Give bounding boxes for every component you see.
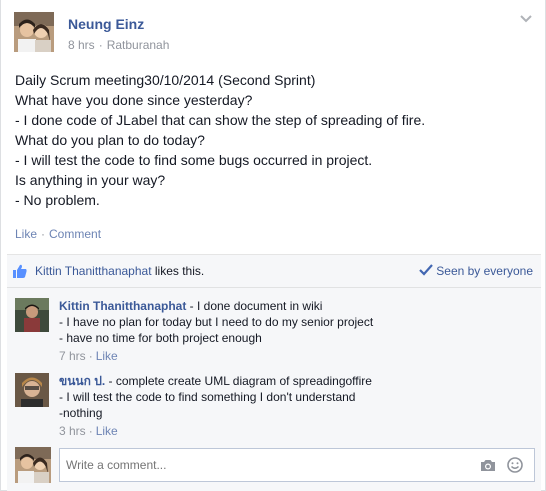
comment-link[interactable]: Comment <box>49 227 101 241</box>
comment-body: ขนนก ป. - complete create UML diagram of… <box>59 373 372 439</box>
comment-item: ขนนก ป. - complete create UML diagram of… <box>7 373 541 443</box>
thumbs-up-icon <box>13 264 27 278</box>
seen-indicator[interactable]: Seen by everyone <box>419 264 533 278</box>
post-line: Is anything in your way? <box>15 172 166 188</box>
post-location[interactable]: Ratburanah <box>107 38 170 52</box>
post-line: - I will test the code to find some bugs… <box>15 152 373 168</box>
seen-label: Seen by everyone <box>436 264 533 278</box>
post-actions: Like · Comment <box>15 227 101 241</box>
comment-line: -nothing <box>59 406 103 420</box>
comment-like-link[interactable]: Like <box>96 424 118 438</box>
likes-text: Kittin Thanitthanaphat likes this. <box>35 264 204 278</box>
post-line: - No problem. <box>15 192 100 208</box>
commenter-avatar[interactable] <box>15 298 49 332</box>
like-link[interactable]: Like <box>15 227 37 241</box>
comment-line: - have no time for both project enough <box>59 331 262 345</box>
chevron-down-icon[interactable] <box>519 14 533 24</box>
comment-input[interactable] <box>59 448 535 482</box>
comment-author[interactable]: Kittin Thanitthanaphat <box>59 299 186 313</box>
current-user-avatar <box>15 447 51 483</box>
comment-item: Kittin Thanitthanaphat - I done document… <box>7 298 541 368</box>
comment-first-line: Kittin Thanitthanaphat - I done document… <box>59 298 373 314</box>
comment-footer: 7 hrs · Like <box>59 348 373 364</box>
meta-separator: · <box>98 38 103 52</box>
comments-section: Kittin Thanitthanaphat likes this. Seen … <box>7 254 541 491</box>
post-card: Neung Einz 8 hrs · Ratburanah Daily Scrum … <box>0 0 546 491</box>
camera-icon[interactable] <box>480 459 496 472</box>
post-line: What do you plan to do today? <box>15 132 205 148</box>
emoji-icon[interactable] <box>507 457 523 473</box>
post-text: Daily Scrum meeting30/10/2014 (Second Sp… <box>15 70 535 210</box>
likes-suffix: likes this. <box>151 264 205 278</box>
footer-separator: · <box>88 424 93 438</box>
post-line: What have you done since yesterday? <box>15 92 253 108</box>
post-timestamp[interactable]: 8 hrs <box>68 38 95 52</box>
liker-name[interactable]: Kittin Thanitthanaphat <box>35 264 152 278</box>
comment-author[interactable]: ขนนก ป. <box>59 374 105 388</box>
post-line: Daily Scrum meeting30/10/2014 (Second Sp… <box>15 72 316 88</box>
post-meta: 8 hrs · Ratburanah <box>68 38 169 52</box>
comment-composer <box>7 444 541 491</box>
action-separator: · <box>41 227 46 241</box>
footer-separator: · <box>88 349 93 363</box>
comment-timestamp[interactable]: 7 hrs <box>59 349 86 363</box>
post-line: - I done code of JLabel that can show th… <box>15 112 426 128</box>
comment-text: - I done document in wiki <box>186 299 323 313</box>
comment-like-link[interactable]: Like <box>96 349 118 363</box>
likes-summary: Kittin Thanitthanaphat likes this. Seen … <box>7 255 541 288</box>
comment-body: Kittin Thanitthanaphat - I done document… <box>59 298 373 364</box>
post-author-name[interactable]: Neung Einz <box>68 16 144 32</box>
author-avatar[interactable] <box>14 12 54 52</box>
comment-first-line: ขนนก ป. - complete create UML diagram of… <box>59 373 372 389</box>
check-icon <box>419 264 434 276</box>
comment-line: - I will test the code to find something… <box>59 390 356 404</box>
comment-footer: 3 hrs · Like <box>59 423 372 439</box>
commenter-avatar[interactable] <box>15 373 49 407</box>
comment-timestamp[interactable]: 3 hrs <box>59 424 86 438</box>
comment-text: - complete create UML diagram of spreadi… <box>105 374 372 388</box>
comment-line: - I have no plan for today but I need to… <box>59 315 374 329</box>
